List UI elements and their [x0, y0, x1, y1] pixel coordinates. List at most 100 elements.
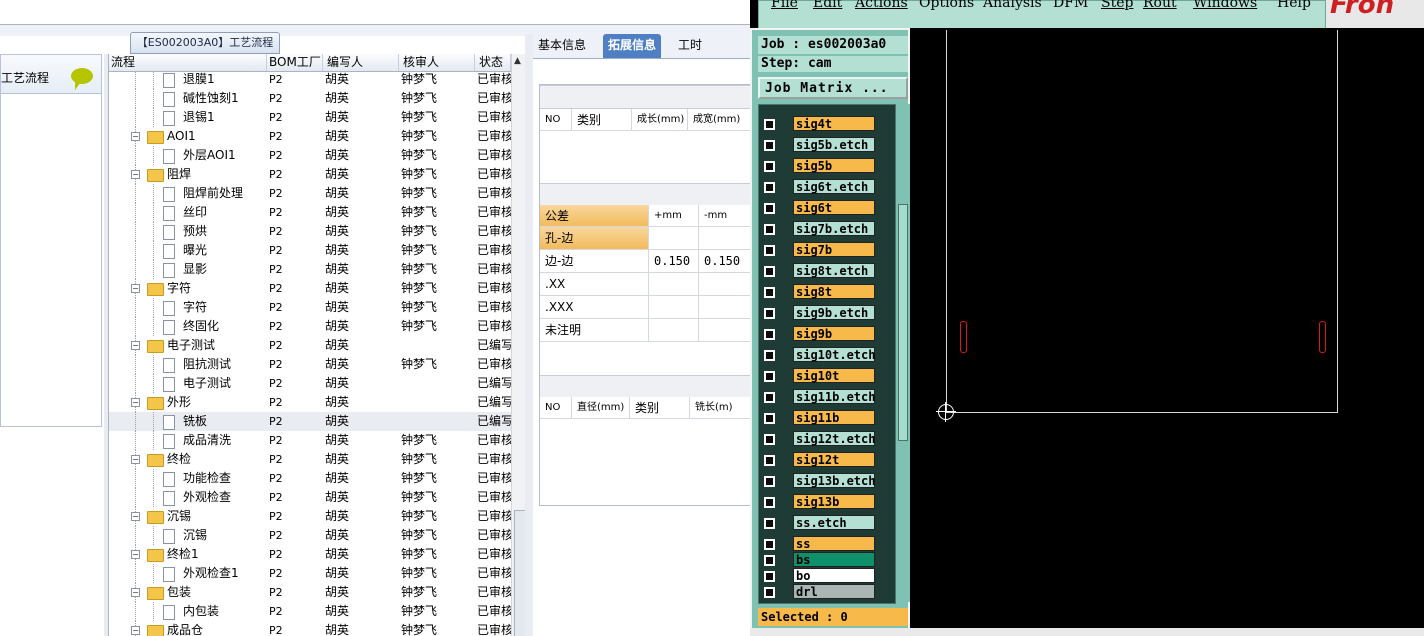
table-row[interactable]: 终固化 P2 胡英 钟梦飞 已审核 [109, 317, 511, 336]
layer-list-scrollbar[interactable] [895, 104, 910, 602]
layer-item[interactable]: bo [761, 567, 877, 584]
table-row[interactable]: 外层AOI1 P2 胡英 钟梦飞 已审核 [109, 146, 511, 165]
layer-item[interactable]: sig13b.etch [761, 472, 877, 489]
layer-checkbox[interactable] [764, 203, 775, 214]
layer-name[interactable]: sig13b [793, 494, 875, 509]
process-flow-nav-item[interactable]: 工艺流程 [0, 54, 102, 94]
table-row[interactable]: − 电子测试 P2 胡英 已编写 [109, 336, 511, 355]
layer-name[interactable]: sig9b [793, 326, 875, 341]
layer-item[interactable]: sig6t [761, 199, 877, 216]
layer-item[interactable]: sig7b.etch [761, 220, 877, 237]
table-row[interactable]: 字符 P2 胡英 钟梦飞 已审核 [109, 298, 511, 317]
tab-work-hours[interactable]: 工时 [673, 34, 707, 58]
layer-checkbox[interactable] [764, 266, 775, 277]
layer-name[interactable]: sig8t.etch [793, 263, 875, 278]
layer-item[interactable]: sig12t.etch [761, 430, 877, 447]
layer-name[interactable]: sig9b.etch [793, 305, 875, 320]
layer-checkbox[interactable] [764, 497, 775, 508]
layer-item[interactable]: sig10t [761, 367, 877, 384]
layer-item[interactable]: sig5b [761, 157, 877, 174]
layer-name[interactable]: sig6t.etch [793, 179, 875, 194]
column-header-flow[interactable]: 流程 [109, 54, 267, 71]
layer-name[interactable]: bo [793, 568, 875, 583]
collapse-icon[interactable]: − [131, 588, 140, 597]
column-header-status[interactable]: 状态 [475, 54, 511, 71]
graphic-canvas[interactable] [910, 28, 1424, 636]
menu-step[interactable]: Step [1101, 0, 1133, 11]
menu-help[interactable]: Help [1277, 0, 1311, 11]
collapse-icon[interactable]: − [131, 132, 140, 141]
layer-item[interactable]: bs [761, 551, 877, 568]
layer-item[interactable]: sig13b [761, 493, 877, 510]
menu-rout[interactable]: Rout [1143, 0, 1177, 11]
tolerance-plus-value[interactable]: 0.150 [649, 250, 699, 273]
column-header-writer[interactable]: 编写人 [323, 54, 399, 71]
scroll-up-arrow-icon[interactable]: ▲ [514, 56, 521, 66]
table-row[interactable]: 曝光 P2 胡英 钟梦飞 已审核 [109, 241, 511, 260]
layer-name[interactable]: sig11b.etch [793, 389, 875, 404]
menu-file[interactable]: File [771, 0, 798, 11]
table-row[interactable]: 退膜1 P2 胡英 钟梦飞 已审核 [109, 71, 511, 89]
collapse-icon[interactable]: − [131, 341, 140, 350]
tab-basic-info[interactable]: 基本信息 [533, 34, 591, 58]
table-row[interactable]: 内包装 P2 胡英 钟梦飞 已审核 [109, 602, 511, 621]
tolerance-plus-value[interactable] [649, 273, 699, 296]
column-header-bom[interactable]: BOM工厂 [267, 54, 323, 71]
layer-name[interactable]: sig12t [793, 452, 875, 467]
menu-actions[interactable]: Actions [855, 0, 908, 11]
table-row[interactable]: 外观检查 P2 胡英 钟梦飞 已审核 [109, 488, 511, 507]
layer-checkbox[interactable] [764, 182, 775, 193]
layer-checkbox[interactable] [764, 119, 775, 130]
collapse-icon[interactable]: − [131, 550, 140, 559]
tolerance-minus-value[interactable] [699, 296, 751, 319]
layer-item[interactable]: sig10t.etch [761, 346, 877, 363]
layer-name[interactable]: sig7b [793, 242, 875, 257]
layer-checkbox[interactable] [764, 329, 775, 340]
layer-name[interactable]: sig5b [793, 158, 875, 173]
table-row[interactable]: − 终检1 P2 胡英 钟梦飞 已审核 [109, 545, 511, 564]
collapse-icon[interactable]: − [131, 284, 140, 293]
column-header-reviewer[interactable]: 核审人 [399, 54, 475, 71]
layer-checkbox[interactable] [764, 539, 775, 550]
table-row[interactable]: − 外形 P2 胡英 已编写 [109, 393, 511, 412]
table-row[interactable]: − 包装 P2 胡英 钟梦飞 已审核 [109, 583, 511, 602]
menu-edit[interactable]: Edit [813, 0, 842, 11]
layer-checkbox[interactable] [764, 587, 775, 598]
tolerance-minus-value[interactable]: 0.150 [699, 250, 751, 273]
layer-checkbox[interactable] [764, 224, 775, 235]
table-row[interactable]: 退锡1 P2 胡英 钟梦飞 已审核 [109, 108, 511, 127]
table-row[interactable]: 成品清洗 P2 胡英 钟梦飞 已审核 [109, 431, 511, 450]
layer-name[interactable]: sig13b.etch [793, 473, 875, 488]
table-row[interactable]: 碱性蚀刻1 P2 胡英 钟梦飞 已审核 [109, 89, 511, 108]
layer-name[interactable]: ss.etch [793, 515, 875, 530]
collapse-icon[interactable]: − [131, 512, 140, 521]
table-row[interactable]: 沉锡 P2 胡英 钟梦飞 已审核 [109, 526, 511, 545]
table-row[interactable]: − AOI1 P2 胡英 钟梦飞 已审核 [109, 127, 511, 146]
collapse-icon[interactable]: − [131, 455, 140, 464]
layer-item[interactable]: drl [761, 583, 877, 600]
layer-checkbox[interactable] [764, 350, 775, 361]
layer-checkbox[interactable] [764, 518, 775, 529]
menu-windows[interactable]: Windows [1193, 0, 1257, 11]
layer-name[interactable]: drl [793, 584, 875, 599]
tab-extended-info[interactable]: 拓展信息 [603, 34, 662, 58]
table-row[interactable]: 电子测试 P2 胡英 已编写 [109, 374, 511, 393]
layer-item[interactable]: sig4t [761, 115, 877, 132]
layer-item[interactable]: sig8t.etch [761, 262, 877, 279]
collapse-icon[interactable]: − [131, 626, 140, 635]
layer-item[interactable]: sig6t.etch [761, 178, 877, 195]
layer-name[interactable]: ss [793, 536, 875, 551]
layer-name[interactable]: sig10t.etch [793, 347, 875, 362]
layer-name[interactable]: sig6t [793, 200, 875, 215]
document-tab[interactable]: 【ES002003A0】工艺流程 [130, 32, 280, 54]
table-row[interactable]: − 阻焊 P2 胡英 钟梦飞 已审核 [109, 165, 511, 184]
layer-checkbox[interactable] [764, 455, 775, 466]
menu-dfm[interactable]: DFM [1053, 0, 1088, 11]
layer-item[interactable]: sig11b [761, 409, 877, 426]
layer-item[interactable]: ss [761, 535, 877, 552]
tolerance-plus-value[interactable] [649, 227, 699, 250]
layer-item[interactable]: sig8t [761, 283, 877, 300]
layer-item[interactable]: sig11b.etch [761, 388, 877, 405]
table-row[interactable]: − 终检 P2 胡英 钟梦飞 已审核 [109, 450, 511, 469]
menu-analysis[interactable]: Analysis [983, 0, 1042, 11]
